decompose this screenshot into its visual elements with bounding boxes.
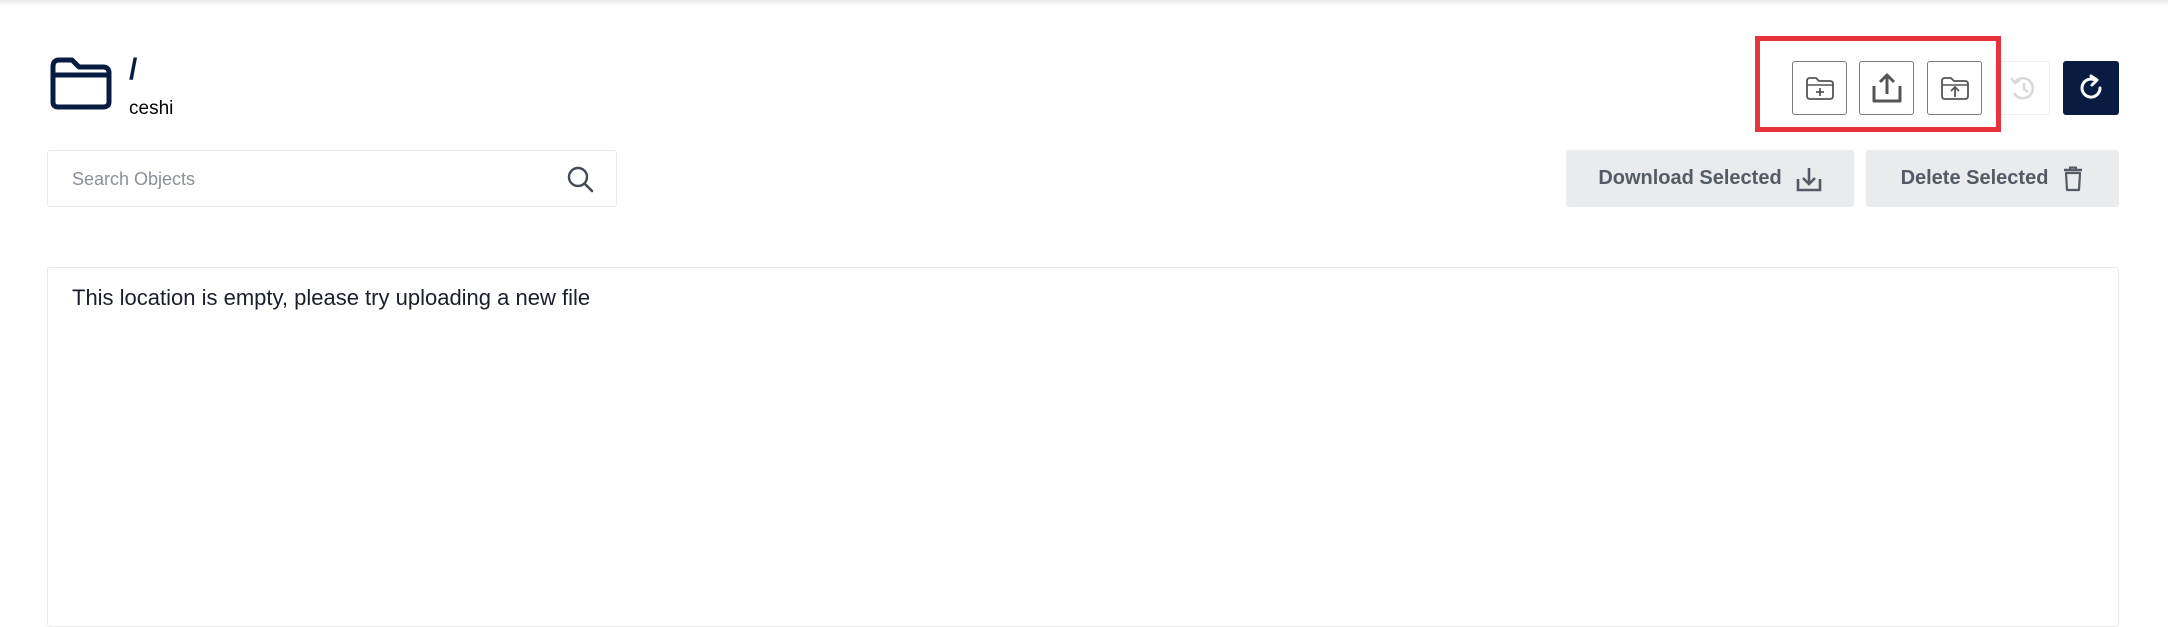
search-icon[interactable] [567, 166, 594, 193]
delete-selected-button[interactable]: Delete Selected [1866, 150, 2119, 207]
highlight-box [1755, 36, 2001, 132]
top-shadow [0, 0, 2168, 6]
empty-message: This location is empty, please try uploa… [72, 285, 591, 310]
bucket-name: ceshi [129, 98, 174, 119]
download-selected-label: Download Selected [1598, 167, 1782, 189]
refresh-button[interactable] [2063, 61, 2119, 115]
download-selected-button[interactable]: Download Selected [1566, 150, 1854, 207]
search-input[interactable] [70, 151, 554, 207]
history-icon [2009, 77, 2034, 100]
delete-selected-label: Delete Selected [1900, 167, 2049, 189]
refresh-icon [2080, 74, 2102, 99]
object-list-panel: This location is empty, please try uploa… [47, 267, 2119, 627]
download-icon [1796, 167, 1821, 191]
trash-icon [2064, 166, 2083, 191]
folder-icon [50, 57, 112, 110]
search-box [47, 150, 617, 207]
page-title: / [129, 53, 138, 86]
rewind-button[interactable] [1995, 61, 2050, 115]
